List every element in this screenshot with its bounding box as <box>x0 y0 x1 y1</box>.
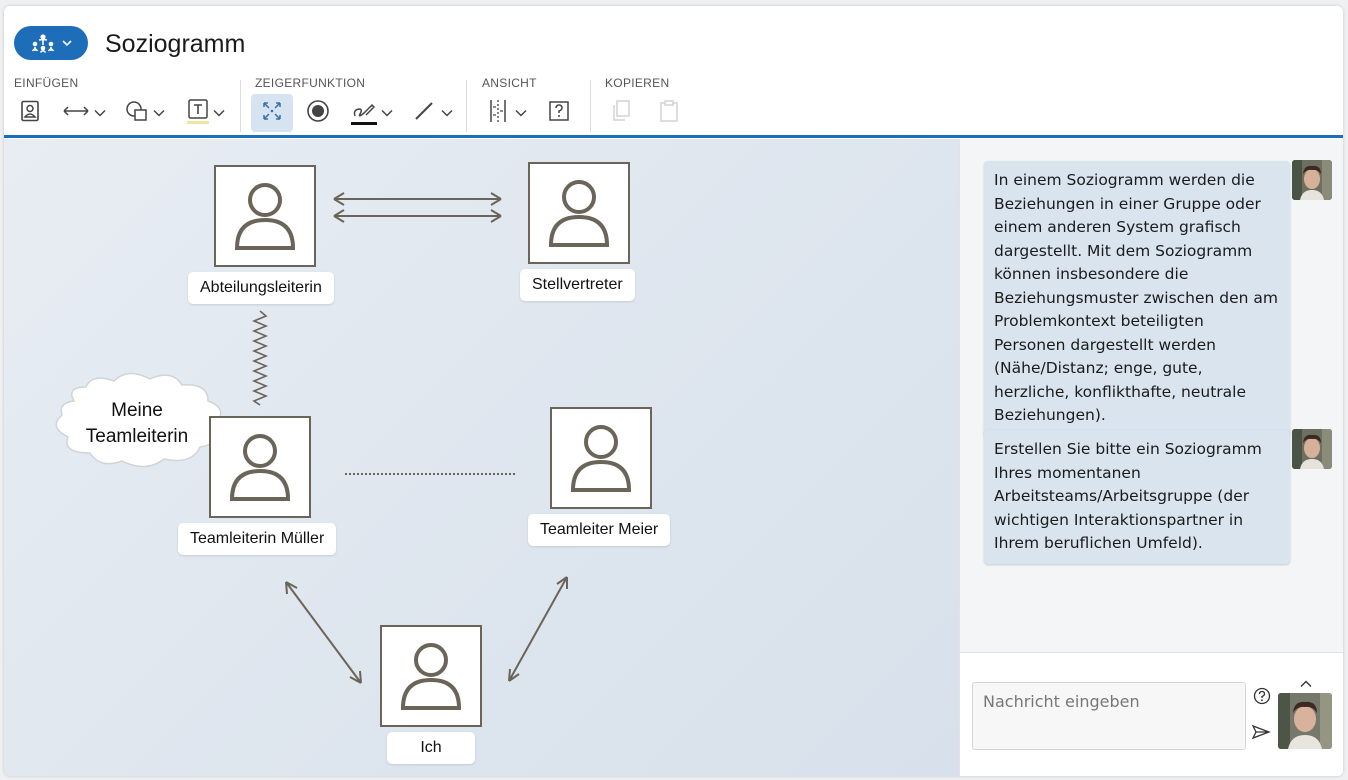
zigzag-connection[interactable] <box>251 310 269 406</box>
chevron-up-icon <box>1300 675 1312 693</box>
cloud-text-line2: Teamleiterin <box>85 426 189 447</box>
chat-message: Erstellen Sie bitte ein Soziogramm Ihres… <box>984 430 1290 564</box>
person-card-stellvertreter[interactable] <box>528 162 630 264</box>
message-input[interactable] <box>972 682 1246 750</box>
group-label-insert: EINFÜGEN <box>14 76 79 90</box>
help-button[interactable] <box>1251 687 1273 709</box>
message-composer <box>960 652 1343 776</box>
chevron-down-icon <box>381 104 393 122</box>
person-card-teamleiterin-mueller[interactable] <box>209 416 311 518</box>
person-label-ich[interactable]: Ich <box>387 732 475 764</box>
chevron-down-icon <box>515 104 527 122</box>
cloud-text-line1: Meine <box>111 400 163 421</box>
collapse-button[interactable] <box>1286 677 1326 691</box>
group-label-pointer: ZEIGERFUNKTION <box>255 76 366 90</box>
guides-button[interactable] <box>480 94 532 132</box>
chevron-down-icon <box>441 104 453 122</box>
person-card-ich[interactable] <box>380 625 482 727</box>
person-label-abteilungsleiterin[interactable]: Abteilungsleiterin <box>188 272 334 304</box>
diagram-canvas[interactable]: Abteilungsleiterin Stellvertreter Teamle… <box>4 139 959 776</box>
org-chart-icon <box>30 33 56 53</box>
send-icon <box>1251 724 1271 745</box>
insert-text-button[interactable] <box>180 94 230 132</box>
page-title: Soziogramm <box>105 30 246 58</box>
line-icon <box>413 100 435 127</box>
group-label-copy: KOPIEREN <box>605 76 670 90</box>
chevron-down-icon <box>153 104 165 122</box>
copy-icon <box>610 99 632 128</box>
person-icon <box>570 425 632 492</box>
text-box-icon <box>185 97 211 130</box>
laser-dot-icon <box>306 99 330 128</box>
chat-message: In einem Soziogramm werden die Beziehung… <box>984 161 1290 436</box>
chevron-down-icon <box>62 39 72 47</box>
paste-icon <box>658 99 680 128</box>
arrow-ich-meier[interactable] <box>508 576 568 682</box>
question-circle-icon <box>1253 687 1271 710</box>
shapes-icon <box>125 100 149 127</box>
avatar <box>1292 429 1332 469</box>
mode-menu-button[interactable] <box>14 26 88 60</box>
question-box-icon <box>548 100 570 127</box>
person-icon <box>234 183 296 250</box>
person-label-stellvertreter[interactable]: Stellvertreter <box>520 269 635 301</box>
person-icon <box>548 180 610 247</box>
guides-icon <box>485 98 511 129</box>
chevron-down-icon <box>94 104 106 122</box>
help-view-button[interactable] <box>544 94 574 132</box>
person-card-abteilungsleiterin[interactable] <box>214 165 316 267</box>
group-label-view: ANSICHT <box>482 76 537 90</box>
avatar <box>1292 160 1332 200</box>
person-icon <box>400 643 462 710</box>
toolbar-separator <box>240 80 241 132</box>
toolbar-separator <box>466 80 467 132</box>
pen-tool-button[interactable] <box>344 94 398 132</box>
send-button[interactable] <box>1250 723 1272 745</box>
insert-arrow-button[interactable] <box>58 94 110 132</box>
insert-person-button[interactable] <box>14 94 46 132</box>
connection-arrow-top[interactable] <box>333 192 502 223</box>
cloud-text[interactable]: Meine Teamleiterin <box>62 398 212 450</box>
chat-panel: In einem Soziogramm werden die Beziehung… <box>959 139 1343 776</box>
fit-expand-icon <box>261 100 283 127</box>
chevron-down-icon <box>213 104 225 122</box>
select-fit-button[interactable] <box>251 94 293 132</box>
person-card-icon <box>20 100 40 127</box>
toolbar-separator <box>590 80 591 132</box>
app-window: Soziogramm EINFÜGEN ZEIGERFUNKTION ANSIC… <box>4 6 1343 776</box>
user-avatar <box>1278 693 1332 749</box>
paste-button[interactable] <box>656 94 682 132</box>
pen-icon <box>349 96 379 131</box>
copy-button[interactable] <box>608 94 634 132</box>
person-card-teamleiter-meier[interactable] <box>550 407 652 509</box>
person-icon <box>229 434 291 501</box>
laser-pointer-button[interactable] <box>302 94 334 132</box>
person-label-teamleiterin-mueller[interactable]: Teamleiterin Müller <box>178 523 337 555</box>
arrow-mueller-ich[interactable] <box>285 581 362 684</box>
line-tool-button[interactable] <box>408 94 458 132</box>
insert-shape-button[interactable] <box>120 94 170 132</box>
toolbar-header: Soziogramm EINFÜGEN ZEIGERFUNKTION ANSIC… <box>4 6 1343 138</box>
person-label-teamleiter-meier[interactable]: Teamleiter Meier <box>528 514 671 546</box>
double-arrow-icon <box>62 104 90 122</box>
